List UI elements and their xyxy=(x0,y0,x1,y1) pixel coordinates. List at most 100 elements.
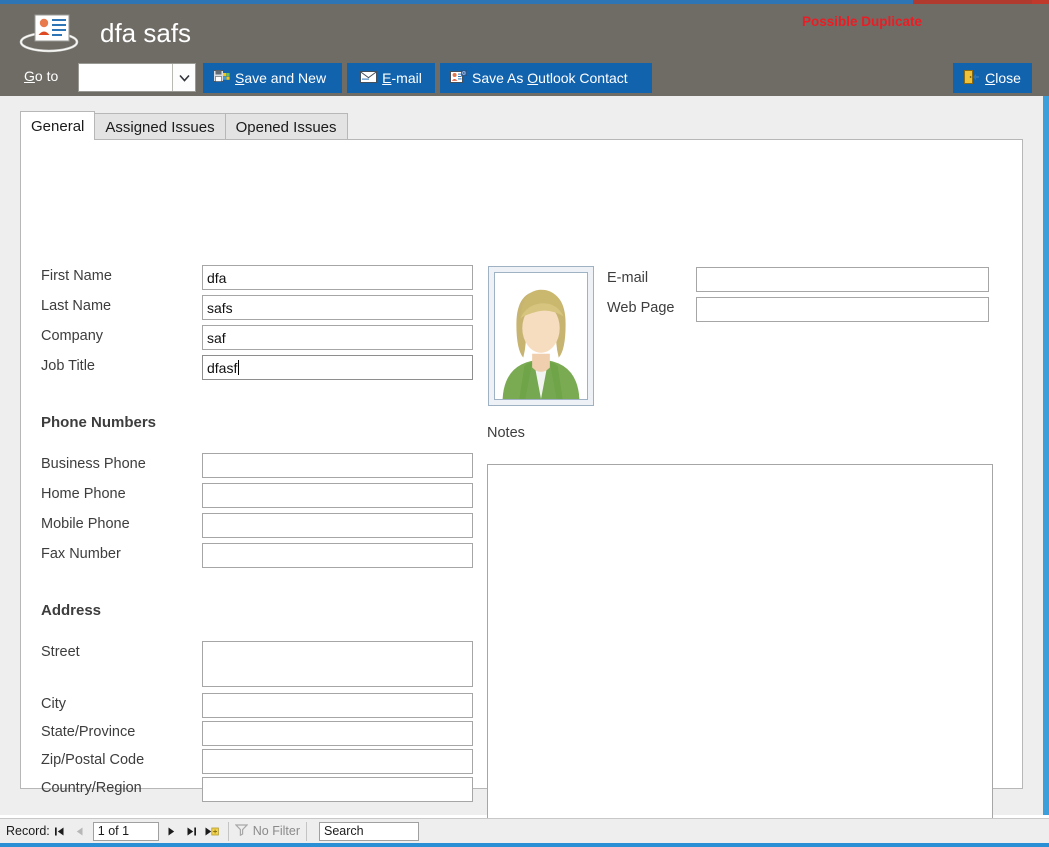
phone-numbers-heading: Phone Numbers xyxy=(41,414,157,431)
home-phone-label: Home Phone xyxy=(41,486,126,502)
outlook-contact-icon: O xyxy=(450,69,467,87)
filter-icon xyxy=(234,823,249,839)
web-page-label: Web Page xyxy=(607,300,675,316)
email-input[interactable] xyxy=(696,267,989,292)
email-accel: E xyxy=(382,70,392,86)
business-phone-input[interactable] xyxy=(202,453,473,478)
zip-postal-code-input[interactable] xyxy=(202,749,473,774)
contact-card-icon xyxy=(18,10,80,56)
filter-status-text: No Filter xyxy=(252,824,301,838)
possible-duplicate-badge: Possible Duplicate xyxy=(802,14,923,29)
state-province-label: State/Province xyxy=(41,724,136,740)
goto-accel-letter: G xyxy=(24,68,35,84)
form-body: General Assigned Issues Opened Issues Fi… xyxy=(0,96,1043,838)
last-name-input[interactable]: safs xyxy=(202,295,473,320)
access-contact-form-window: dfa safs Possible Duplicate Go to Save a… xyxy=(0,0,1049,847)
country-region-value xyxy=(207,779,468,800)
next-record-icon[interactable] xyxy=(162,821,182,842)
fax-number-label: Fax Number xyxy=(41,546,121,562)
notes-label: Notes xyxy=(487,425,525,441)
country-region-input[interactable] xyxy=(202,777,473,802)
zip-postal-code-label: Zip/Postal Code xyxy=(41,752,145,768)
first-name-value: dfa xyxy=(207,269,227,286)
job-title-label: Job Title xyxy=(41,358,95,374)
goto-label: Go to xyxy=(24,68,58,84)
zip-postal-code-value xyxy=(207,751,468,772)
web-page-input[interactable] xyxy=(696,297,989,322)
email-label-rest: -mail xyxy=(391,70,422,86)
email-value xyxy=(701,269,984,290)
tab-general[interactable]: General xyxy=(20,111,96,140)
save-as-outlook-label-pre: Save As xyxy=(472,70,528,86)
city-label: City xyxy=(41,696,66,712)
goto-combobox-value[interactable] xyxy=(79,64,172,91)
last-name-value: safs xyxy=(207,299,233,316)
goto-label-rest: o to xyxy=(34,68,59,84)
contact-photo-frame[interactable] xyxy=(488,266,594,406)
street-input[interactable] xyxy=(202,641,473,687)
close-accel: C xyxy=(985,70,996,86)
notes-value xyxy=(488,465,992,473)
address-heading: Address xyxy=(41,602,102,619)
save-as-outlook-contact-button[interactable]: O Save As Outlook Contact xyxy=(440,63,652,93)
city-input[interactable] xyxy=(202,693,473,718)
fax-number-value xyxy=(207,545,468,566)
email-icon xyxy=(360,70,378,86)
business-phone-value xyxy=(207,455,468,476)
mobile-phone-value xyxy=(207,515,468,536)
company-label: Company xyxy=(41,328,104,344)
business-phone-label: Business Phone xyxy=(41,456,146,472)
email-label: E-mail xyxy=(382,70,422,86)
close-button[interactable]: Close xyxy=(953,63,1032,93)
home-phone-input[interactable] xyxy=(202,483,473,508)
mobile-phone-label: Mobile Phone xyxy=(41,516,130,532)
tab-strip: General Assigned Issues Opened Issues xyxy=(20,111,348,140)
right-edge-accent xyxy=(1043,96,1049,815)
fax-number-input[interactable] xyxy=(202,543,473,568)
record-position-input[interactable]: 1 of 1 xyxy=(92,821,159,841)
window-bottom-accent-strip xyxy=(0,843,1049,847)
first-record-icon[interactable] xyxy=(50,821,70,842)
tab-assigned-issues[interactable]: Assigned Issues xyxy=(94,113,226,140)
city-value xyxy=(207,695,468,716)
job-title-value: dfasf xyxy=(207,359,238,376)
close-label-rest: lose xyxy=(995,70,1021,86)
person-photo-placeholder-icon xyxy=(494,272,588,400)
goto-combobox[interactable] xyxy=(78,63,196,92)
status-separator-2 xyxy=(306,821,308,841)
state-province-input[interactable] xyxy=(202,721,473,746)
save-as-outlook-accel: O xyxy=(527,70,539,86)
save-and-new-label-rest: ave and New xyxy=(244,70,327,86)
tab-opened-issues[interactable]: Opened Issues xyxy=(224,113,348,140)
save-and-new-button[interactable]: Save and New xyxy=(203,63,342,93)
close-label: Close xyxy=(985,70,1021,86)
form-header-bar: dfa safs Possible Duplicate Go to Save a… xyxy=(0,4,1049,96)
last-record-icon[interactable] xyxy=(182,821,202,842)
first-name-input[interactable]: dfa xyxy=(202,265,473,290)
page-title: dfa safs xyxy=(100,18,192,48)
record-label: Record: xyxy=(6,824,50,838)
country-region-label: Country/Region xyxy=(41,780,142,796)
email-button[interactable]: E-mail xyxy=(347,63,435,93)
web-page-value xyxy=(701,299,984,320)
previous-record-icon[interactable] xyxy=(70,821,90,842)
mobile-phone-input[interactable] xyxy=(202,513,473,538)
notes-textarea[interactable] xyxy=(487,464,993,838)
status-separator xyxy=(227,821,229,841)
street-value xyxy=(207,643,468,685)
record-navigation-bar: Record: 1 of 1 No Filter Search xyxy=(0,818,1049,843)
save-and-new-accel: S xyxy=(235,70,245,86)
text-caret xyxy=(238,360,240,375)
chevron-down-icon[interactable] xyxy=(172,64,195,91)
close-door-icon xyxy=(964,69,980,87)
last-name-label: Last Name xyxy=(41,298,112,314)
filter-status[interactable]: No Filter xyxy=(234,823,301,839)
state-province-value xyxy=(207,723,468,744)
email-field-label: E-mail xyxy=(607,270,649,286)
company-input[interactable]: saf xyxy=(202,325,473,350)
job-title-input[interactable]: dfasf xyxy=(202,355,473,380)
search-input[interactable]: Search xyxy=(319,821,420,841)
home-phone-value xyxy=(207,485,468,506)
new-record-icon[interactable] xyxy=(202,821,222,842)
street-label: Street xyxy=(41,644,80,660)
